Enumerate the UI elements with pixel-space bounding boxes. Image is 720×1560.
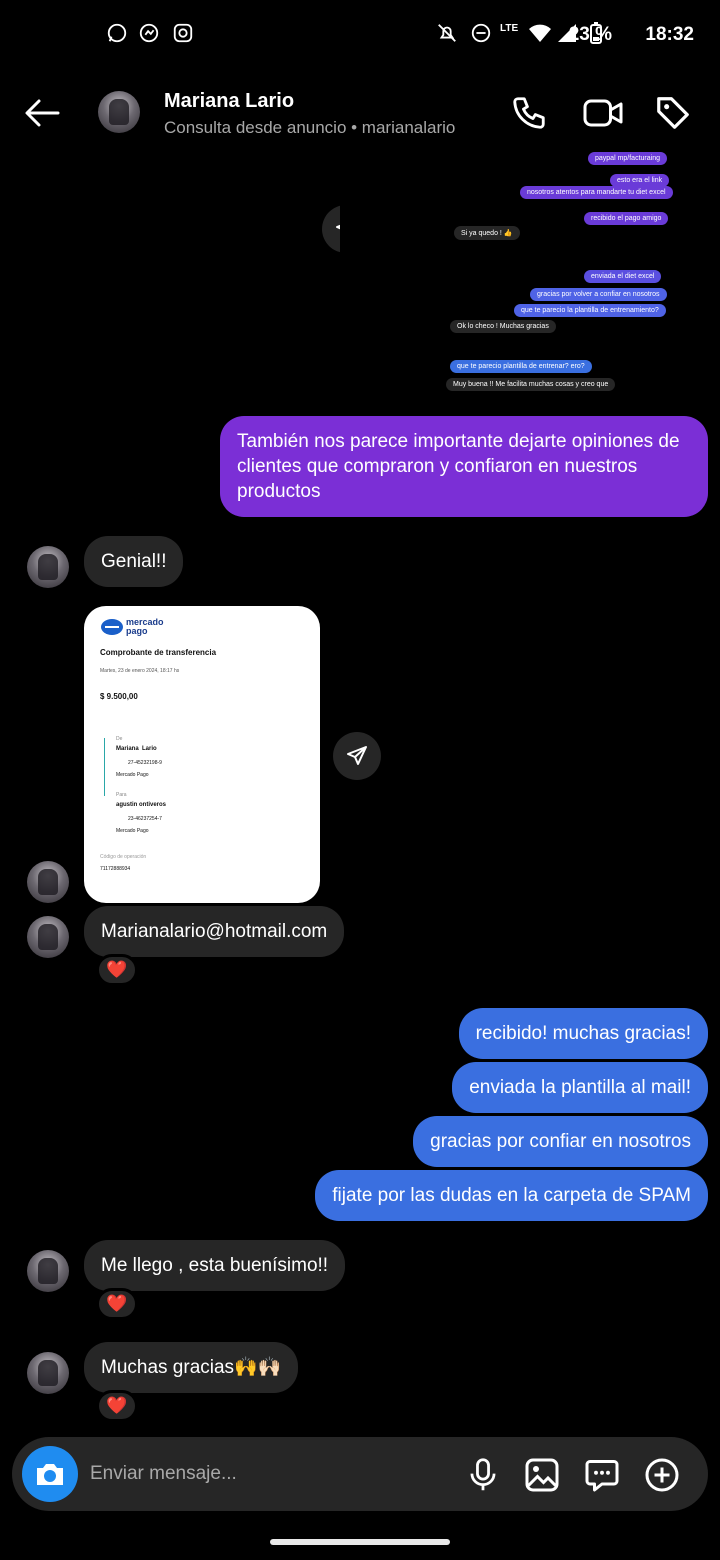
message-bubble-outgoing[interactable]: enviada la plantilla al mail! [452, 1062, 708, 1113]
receipt-to-name: agustin ontiveros [116, 802, 167, 808]
mercado-pago-logo [101, 619, 123, 635]
heart-reaction[interactable]: ❤️ [96, 1390, 138, 1422]
message-bubble-outgoing[interactable]: gracias por confiar en nosotros [413, 1116, 708, 1167]
clock: 18:32 [645, 24, 694, 45]
microphone-icon[interactable] [466, 1457, 500, 1493]
message-bubble-outgoing[interactable]: fijate por las dudas en la carpeta de SP… [315, 1170, 708, 1221]
message-bubble-incoming[interactable]: Muchas gracias🙌🙌🏻 [84, 1342, 299, 1393]
gallery-icon[interactable] [524, 1457, 560, 1493]
message-bubble-outgoing[interactable]: También nos parece importante dejarte op… [220, 416, 708, 517]
message-bubble-incoming[interactable]: Genial!! [84, 536, 184, 587]
heart-reaction[interactable]: ❤️ [96, 954, 138, 986]
heart-icon: ❤️ [106, 1396, 128, 1415]
receipt-image[interactable]: mercado pago Comprobante de transferenci… [84, 606, 320, 903]
chat-header: Mariana Lario Consulta desde anuncio • m… [0, 72, 720, 156]
battery-level: 23 % [568, 24, 612, 45]
share-icon [347, 746, 367, 765]
mute-icon [438, 24, 456, 42]
wifi-icon [529, 24, 551, 42]
thumb-message: nosotros atentos para mandarte tu diet e… [520, 186, 673, 199]
status-bar: LTE 23 % 18:32 [0, 0, 720, 72]
avatar[interactable] [27, 1352, 69, 1394]
messenger-icon [139, 23, 159, 43]
message-bubble-outgoing[interactable]: recibido! muchas gracias! [458, 1008, 708, 1059]
thumb-message: paypal mp/facturaing [588, 152, 667, 165]
receipt-divider [104, 738, 105, 796]
avatar[interactable] [27, 546, 69, 588]
message-bubble-incoming[interactable]: Me llego , esta buenísimo!! [84, 1240, 346, 1291]
avatar[interactable] [27, 1250, 69, 1292]
thumb-message: que te parecio la plantilla de entrenami… [514, 304, 666, 317]
receipt-from-id: 27-45232198-9 [128, 760, 162, 766]
receipt-to-label: Para [116, 792, 127, 798]
receipt-op-number: 71172888934 [100, 866, 131, 872]
instagram-icon [173, 23, 193, 43]
thumb-message: que te parecio plantilla de entrenar? er… [450, 360, 592, 373]
home-indicator[interactable] [270, 1539, 450, 1545]
receipt-from-bank: Mercado Pago [116, 772, 149, 778]
receipt-from-label: De [116, 736, 123, 742]
avatar[interactable] [98, 91, 140, 133]
receipt-to-id: 23-46237254-7 [128, 816, 162, 822]
volte-icon: LTE [500, 23, 519, 34]
phone-icon[interactable] [510, 94, 548, 132]
receipt-to-bank: Mercado Pago [116, 828, 149, 834]
heart-icon: ❤️ [106, 960, 128, 979]
heart-reaction[interactable]: ❤️ [96, 1288, 138, 1320]
receipt-date: Martes, 23 de enero 2024, 18:17 hs [100, 668, 180, 674]
message-composer: Enviar mensaje... [12, 1437, 708, 1511]
avatar[interactable] [27, 916, 69, 958]
thumb-message: Muy buena !! Me facilita muchas cosas y … [446, 378, 616, 391]
thumb-message: Ok lo checo ! Muchas gracias [450, 320, 556, 333]
receipt-brand: mercado pago [126, 617, 164, 636]
add-icon[interactable] [644, 1457, 680, 1493]
thumb-message: enviada el diet excel [584, 270, 662, 283]
receipt-amount: $ 9.500,00 [100, 692, 138, 701]
tag-icon[interactable] [654, 94, 692, 132]
camera-icon [37, 1464, 63, 1485]
message-bubble-incoming[interactable]: Marianalario@hotmail.com [84, 906, 345, 957]
share-button[interactable] [333, 732, 381, 780]
thumb-message: Si ya quedo ! 👍 [454, 226, 520, 240]
receipt-op-label: Código de operación [100, 854, 147, 860]
camera-button[interactable] [22, 1446, 78, 1502]
back-arrow-icon[interactable] [24, 98, 60, 128]
receipt-from-name: Mariana Lario [116, 746, 157, 752]
shared-screenshot[interactable]: paypal mp/facturaing esto era el link no… [340, 150, 710, 412]
avatar[interactable] [27, 861, 69, 903]
contact-subtitle: Consulta desde anuncio • marianalario [164, 118, 456, 137]
sticker-icon[interactable] [584, 1457, 620, 1493]
whatsapp-icon [107, 23, 127, 43]
heart-icon: ❤️ [106, 1294, 128, 1313]
thumb-message: gracias por volver a confiar en nosotros [530, 288, 667, 301]
dnd-icon [471, 23, 491, 43]
message-input[interactable]: Enviar mensaje... [90, 1463, 237, 1485]
contact-name[interactable]: Mariana Lario [164, 90, 294, 113]
thumb-message: recibido el pago amigo [584, 212, 669, 225]
receipt-title: Comprobante de transferencia [100, 648, 217, 657]
video-icon[interactable] [582, 94, 624, 132]
